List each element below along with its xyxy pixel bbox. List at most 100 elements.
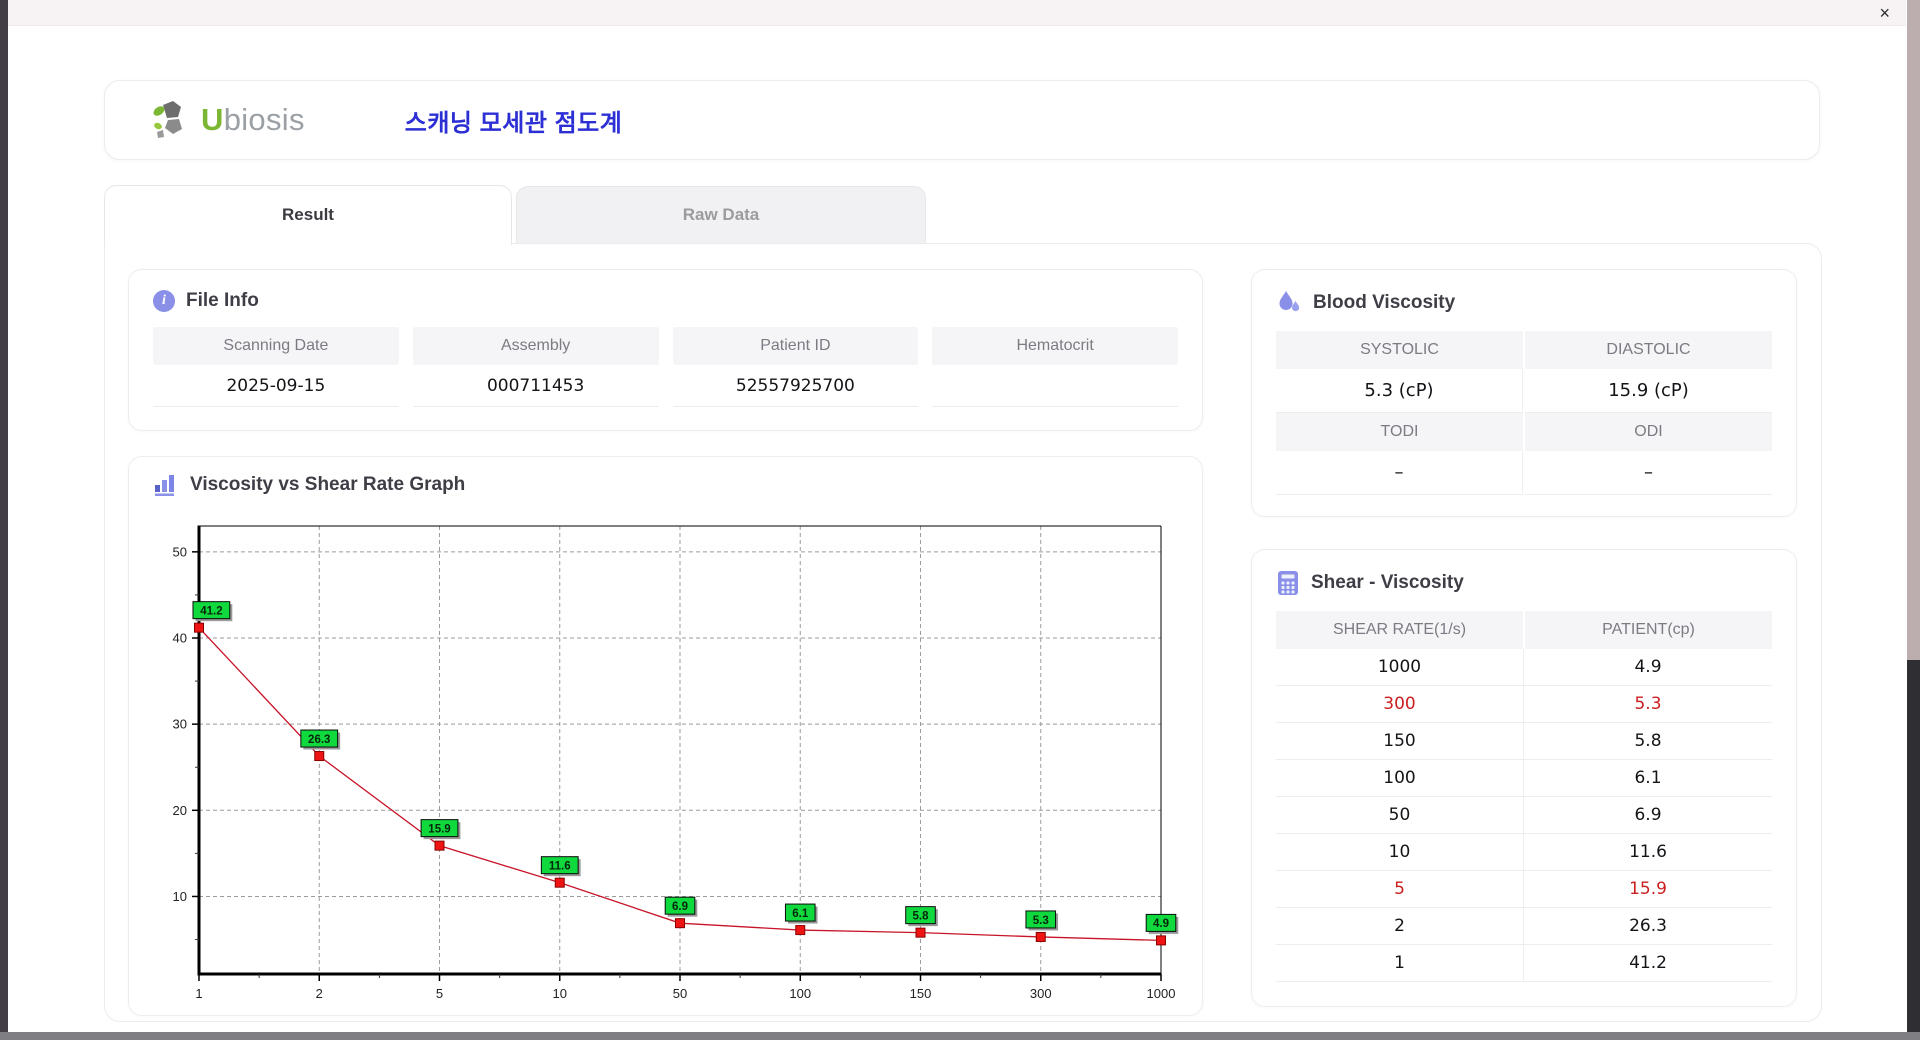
shear-viscosity-table-body: 1000 4.9 300 5.3 150 5.8 100 6.1 50 6.9 10 11.6 5 15.… — [1276, 649, 1772, 982]
field-value: 2025-09-15 — [153, 365, 399, 407]
bar-chart-icon — [155, 475, 174, 496]
systolic-value: 5.3 (cP) — [1276, 369, 1523, 413]
shear-viscosity-row: 50 6.9 — [1276, 797, 1772, 834]
field-value: 52557925700 — [672, 365, 919, 407]
svg-text:2: 2 — [316, 986, 323, 1001]
svg-text:10: 10 — [173, 889, 187, 904]
svg-text:5.8: 5.8 — [913, 910, 930, 922]
odi-label: ODI — [1525, 413, 1772, 451]
patient-viscosity-value: 11.6 — [1629, 842, 1667, 862]
shear-rate-value: 1000 — [1276, 649, 1524, 685]
window-right-edge-top — [1907, 0, 1920, 660]
todi-label: TODI — [1276, 413, 1523, 451]
odi-value: – — [1525, 451, 1772, 495]
todi-value: – — [1276, 451, 1523, 495]
blood-viscosity-table: SYSTOLIC DIASTOLIC 5.3 (cP) 15.9 (cP) TO… — [1276, 331, 1772, 495]
svg-text:1000: 1000 — [1147, 986, 1176, 1001]
shear-viscosity-row: 5 15.9 — [1276, 871, 1772, 908]
close-icon[interactable]: × — [1879, 2, 1890, 24]
shear-rate-value: 300 — [1276, 686, 1524, 722]
file-info-title: File Info — [186, 290, 259, 311]
svg-text:10: 10 — [553, 986, 567, 1001]
window-right-edge-bottom — [1907, 660, 1920, 1032]
patient-viscosity-value: 4.9 — [1634, 657, 1662, 677]
svg-text:100: 100 — [789, 986, 811, 1001]
shear-viscosity-row: 10 11.6 — [1276, 834, 1772, 871]
svg-text:11.6: 11.6 — [549, 860, 571, 872]
shear-viscosity-panel: Shear - Viscosity SHEAR RATE(1/s) PATIEN… — [1251, 549, 1797, 1007]
window-left-edge — [0, 0, 8, 1032]
window-bottom-edge — [0, 1032, 1920, 1040]
shear-rate-column-header: SHEAR RATE(1/s) — [1276, 611, 1523, 649]
diastolic-label: DIASTOLIC — [1525, 331, 1772, 369]
field-label: Patient ID — [672, 327, 919, 365]
calculator-icon — [1278, 571, 1298, 595]
ubiosis-logo-icon — [153, 101, 182, 138]
info-icon: i — [153, 290, 175, 312]
svg-text:1: 1 — [195, 986, 202, 1001]
shear-viscosity-title: Shear - Viscosity — [1311, 572, 1464, 593]
file-info-panel: i File Info Scanning Date Assembly Patient… — [128, 269, 1203, 431]
shear-viscosity-row: 300 5.3 — [1276, 686, 1772, 723]
app-logo: Ubiosis — [151, 99, 305, 141]
app-window: × Ubiosis 스캐닝 모세관 점도계 Result Raw Data i … — [0, 0, 1920, 1040]
blood-viscosity-title: Blood Viscosity — [1313, 292, 1456, 313]
patient-viscosity-value: 6.9 — [1634, 805, 1662, 825]
viscosity-chart: 10 20 30 40 50 1 2 5 10 50 100 150 300 1000 41.2 26.3 15… — [173, 525, 1179, 1001]
shear-viscosity-row: 100 6.1 — [1276, 760, 1772, 797]
patient-viscosity-value: 5.8 — [1634, 731, 1662, 751]
shear-rate-value: 1 — [1276, 945, 1524, 981]
svg-text:41.2: 41.2 — [200, 605, 222, 617]
shear-rate-value: 2 — [1276, 908, 1524, 944]
svg-text:40: 40 — [173, 631, 187, 646]
field-label: Scanning Date — [153, 327, 399, 365]
graph-panel: Viscosity vs Shear Rate Graph 10 20 30 40 50… — [128, 456, 1203, 1016]
patient-viscosity-value: 15.9 — [1629, 879, 1667, 899]
shear-rate-value: 50 — [1276, 797, 1524, 833]
systolic-label: SYSTOLIC — [1276, 331, 1523, 369]
shear-rate-value: 150 — [1276, 723, 1524, 759]
tab-result[interactable]: Result — [104, 185, 512, 245]
svg-text:5.3: 5.3 — [1033, 915, 1049, 927]
shear-rate-value: 100 — [1276, 760, 1524, 796]
shear-rate-value: 5 — [1276, 871, 1524, 907]
field-value — [932, 365, 1178, 407]
graph-title: Viscosity vs Shear Rate Graph — [190, 474, 466, 495]
blood-viscosity-panel: Blood Viscosity SYSTOLIC DIASTOLIC 5.3 (… — [1251, 269, 1797, 517]
svg-text:26.3: 26.3 — [308, 734, 330, 746]
patient-viscosity-value: 41.2 — [1629, 953, 1667, 973]
field-label: Assembly — [412, 327, 659, 365]
droplets-icon — [1279, 291, 1300, 312]
window-titlebar: × — [8, 0, 1906, 26]
svg-text:5: 5 — [436, 986, 443, 1001]
svg-text:50: 50 — [673, 986, 687, 1001]
svg-text:300: 300 — [1030, 986, 1052, 1001]
field-label: Hematocrit — [932, 327, 1178, 365]
svg-text:50: 50 — [173, 544, 187, 559]
app-header: Ubiosis 스캐닝 모세관 점도계 — [104, 80, 1820, 160]
file-info-table: Scanning Date Assembly Patient ID Hematocri… — [153, 327, 1178, 407]
shear-viscosity-row: 1000 4.9 — [1276, 649, 1772, 686]
svg-text:4.9: 4.9 — [1153, 918, 1169, 930]
diastolic-value: 15.9 (cP) — [1525, 369, 1772, 413]
svg-text:30: 30 — [173, 717, 187, 732]
result-tab-content: i File Info Scanning Date Assembly Patient… — [104, 243, 1822, 1022]
patient-viscosity-value: 5.3 — [1634, 694, 1662, 714]
patient-viscosity-value: 6.1 — [1634, 768, 1662, 788]
svg-text:20: 20 — [173, 803, 187, 818]
field-value: 000711453 — [412, 365, 659, 407]
svg-text:6.1: 6.1 — [792, 908, 809, 920]
svg-text:15.9: 15.9 — [428, 823, 450, 835]
shear-viscosity-table-header: SHEAR RATE(1/s) PATIENT(cp) — [1276, 611, 1772, 649]
page-title: 스캐닝 모세관 점도계 — [404, 109, 623, 137]
svg-text:6.9: 6.9 — [672, 901, 688, 913]
shear-rate-value: 10 — [1276, 834, 1524, 870]
tab-raw-data[interactable]: Raw Data — [516, 186, 926, 243]
shear-viscosity-row: 150 5.8 — [1276, 723, 1772, 760]
shear-viscosity-row: 1 41.2 — [1276, 945, 1772, 982]
shear-viscosity-row: 2 26.3 — [1276, 908, 1772, 945]
svg-text:150: 150 — [910, 986, 932, 1001]
logo-wordmark: Ubiosis — [201, 102, 305, 137]
patient-column-header: PATIENT(cp) — [1525, 611, 1772, 649]
patient-viscosity-value: 26.3 — [1629, 916, 1667, 936]
